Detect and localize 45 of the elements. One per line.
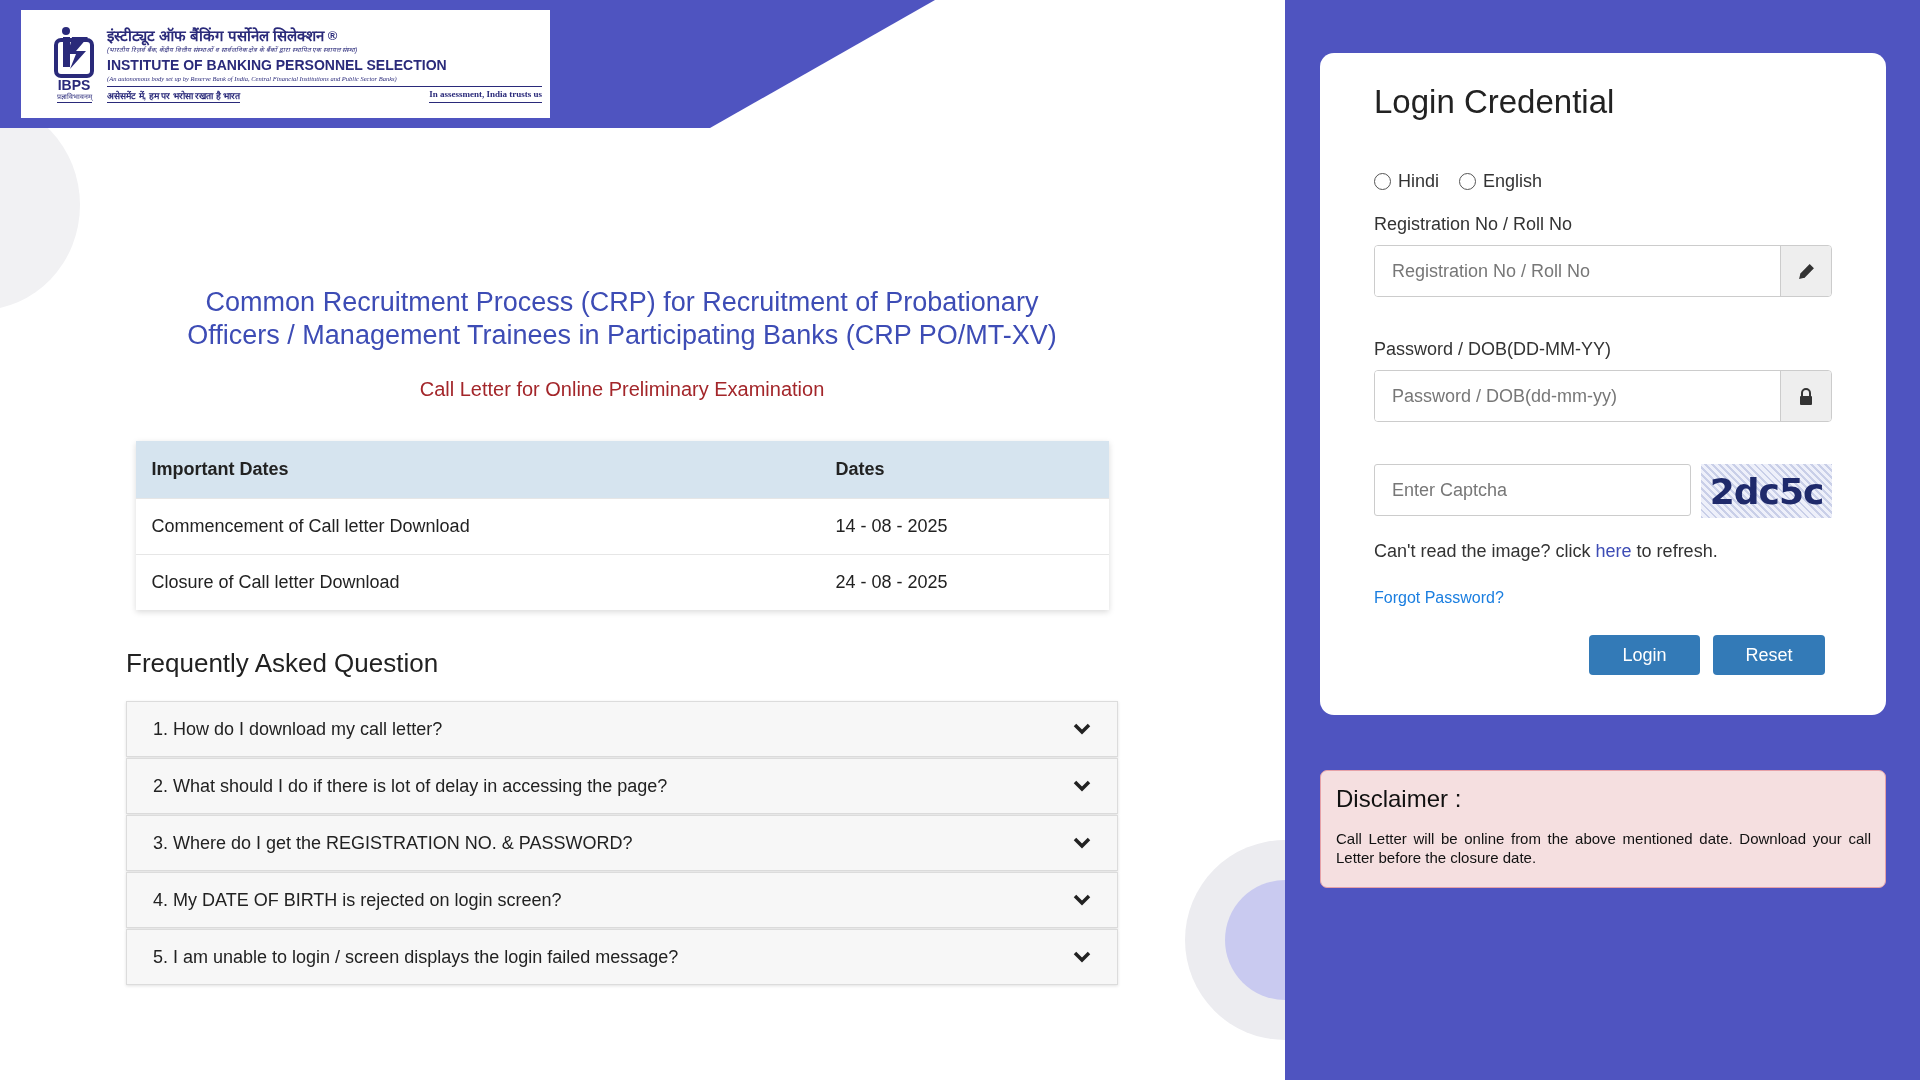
password-label: Password / DOB(DD-MM-YY) — [1374, 339, 1612, 360]
lock-icon — [1799, 387, 1813, 405]
faq-item[interactable]: 3. Where do I get the REGISTRATION NO. & PASSWORD? — [126, 815, 1118, 871]
captcha-image: 2dc5c — [1701, 464, 1832, 518]
radio-label: Hindi — [1398, 171, 1440, 192]
chevron-down-icon — [1073, 837, 1091, 849]
english-tagline: In assessment, India trusts us — [429, 88, 542, 103]
forgot-password-link[interactable]: Forgot Password? — [1374, 589, 1504, 607]
emblem-text: IBPS — [57, 77, 91, 92]
chevron-down-icon — [1073, 723, 1091, 735]
column-header: Important Dates — [135, 441, 820, 498]
password-field[interactable]: Password / DOB(dd-mm-yy) — [1374, 370, 1832, 422]
chevron-down-icon — [1073, 780, 1091, 792]
pencil-icon — [1797, 262, 1815, 280]
page-subtitle: Call Letter for Online Preliminary Examination — [419, 378, 825, 401]
registration-label: Registration No / Roll No — [1374, 214, 1574, 235]
captcha-field[interactable]: Enter Captcha — [1374, 464, 1691, 516]
login-title: Login Credential — [1374, 83, 1616, 121]
radio-label: English — [1483, 171, 1543, 192]
chevron-down-icon — [1073, 951, 1091, 963]
faq-item[interactable]: 5. I am unable to login / screen displays the login failed message? — [126, 929, 1118, 985]
table-cell: 24 - 08 - 2025 — [819, 554, 1109, 610]
table-cell: 14 - 08 - 2025 — [819, 498, 1109, 554]
radio-button[interactable] — [1374, 173, 1391, 190]
page-title: Common Recruitment Process (CRP) for Recruitment of Probationary Officers / Management Trainees in Participating Banks (CRP PO/MT-XV) — [186, 286, 1058, 352]
hindi-tagline: असेसमेंट में, हम पर भरोसा रखता है भारत — [107, 88, 240, 103]
table-cell: Closure of Call letter Download — [135, 554, 820, 610]
faq-item[interactable]: 2. What should I do if there is lot of delay in accessing the page? — [126, 758, 1118, 814]
faq-item[interactable]: 1. How do I download my call letter? — [126, 701, 1118, 757]
refresh-text: Can't read the image? click here to refresh. — [1374, 541, 1719, 562]
faq-item[interactable]: 4. My DATE OF BIRTH is rejected on login screen? — [126, 872, 1118, 928]
chevron-down-icon — [1073, 894, 1091, 906]
table-cell: Commencement of Call letter Download — [135, 498, 820, 554]
radio-button[interactable] — [1459, 173, 1477, 190]
login-button[interactable]: Login — [1589, 635, 1700, 675]
disclaimer-title: Disclaimer : — [1336, 785, 1463, 813]
faq-heading: Frequently Asked Question — [126, 648, 439, 679]
institute-name: INSTITUTE OF BANKING PERSONNEL SELECTION — [107, 56, 448, 74]
hindi-name: इंस्टीट्यूट ऑफ बैंकिंग पर्सोनेल सिलेक्शन ® — [107, 25, 339, 45]
emblem-icon — [54, 25, 94, 78]
refresh-link[interactable]: here — [1595, 541, 1632, 561]
disclaimer-text: Call Letter will be online from the above mentioned date. Download your call Letter before the closure date. — [1336, 829, 1871, 867]
reset-button[interactable]: Reset — [1713, 635, 1825, 675]
registration-field[interactable]: Registration No / Roll No — [1374, 245, 1832, 297]
column-header: Dates — [819, 441, 1109, 498]
